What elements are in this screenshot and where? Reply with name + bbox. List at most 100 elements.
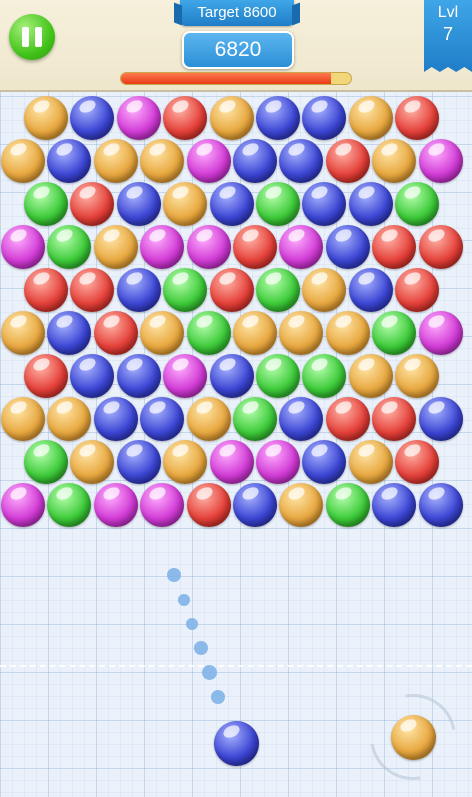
bubble-red	[395, 440, 440, 484]
bubble-orange	[163, 440, 208, 484]
bubble-blue	[279, 397, 324, 441]
bubble-orange	[279, 483, 324, 527]
bubble-magenta	[116, 96, 161, 140]
bubble-green	[186, 311, 231, 355]
current-score: 6820	[182, 31, 294, 69]
bubble-orange	[24, 96, 68, 140]
bubble-orange	[348, 354, 393, 398]
bubble-magenta	[186, 225, 231, 269]
bubble-blue	[372, 483, 417, 527]
bubble-green	[256, 268, 300, 312]
bubble-red	[418, 225, 463, 269]
bubble-orange	[93, 139, 138, 183]
bubble-red	[163, 96, 208, 140]
bubble-orange	[372, 139, 417, 183]
level-label: Lvl	[437, 4, 459, 21]
aim-guide-dot	[186, 618, 198, 630]
bubble-orange	[140, 139, 185, 183]
bubble-orange	[186, 397, 231, 441]
bubble-blue	[140, 397, 185, 441]
bubble-orange	[70, 440, 115, 484]
bubble-blue	[348, 268, 393, 312]
bubble-green	[256, 182, 300, 226]
bubble-red	[24, 354, 68, 398]
bubble-orange	[1, 311, 45, 355]
bubble-blue	[302, 182, 347, 226]
aim-guide-dot	[211, 690, 225, 704]
bubble-red	[233, 225, 277, 269]
bubble-red	[325, 139, 370, 183]
bubble-blue	[325, 225, 370, 269]
bubble-red	[372, 225, 417, 269]
aim-guide-dot	[178, 594, 190, 606]
bubble-blue	[47, 139, 92, 183]
bubble-red	[24, 268, 68, 312]
bubble-blue	[233, 483, 277, 527]
bubble-blue	[302, 440, 347, 484]
bubble-blue	[47, 311, 92, 355]
bubble-blue	[256, 96, 300, 140]
bubble-orange	[325, 311, 370, 355]
level-number: 7	[442, 24, 453, 44]
bubble-red	[372, 397, 417, 441]
bubble-green	[395, 182, 440, 226]
pause-icon	[22, 27, 29, 47]
bubble-magenta	[140, 225, 185, 269]
bubble-green	[47, 483, 92, 527]
next-bubble[interactable]	[391, 715, 436, 760]
bubble-magenta	[279, 225, 324, 269]
bubble-blue	[116, 440, 161, 484]
bubble-green	[233, 397, 277, 441]
bubble-green	[325, 483, 370, 527]
bubble-orange	[348, 440, 393, 484]
bubble-orange	[1, 397, 45, 441]
shooter-bubble[interactable]	[214, 721, 259, 766]
bubble-green	[24, 440, 68, 484]
bubble-blue	[209, 354, 254, 398]
bubble-orange	[47, 397, 92, 441]
top-hud: Target 8600 6820 Lvl 7	[0, 0, 472, 92]
bubble-green	[24, 182, 68, 226]
bubble-green	[163, 268, 208, 312]
bubble-magenta	[186, 139, 231, 183]
bubble-orange	[233, 311, 277, 355]
bubble-blue	[116, 354, 161, 398]
score-progress-fill	[121, 73, 332, 84]
target-score-label: Target 8600	[180, 0, 294, 26]
bubble-red	[70, 182, 115, 226]
bubble-blue	[233, 139, 277, 183]
bubble-orange	[302, 268, 347, 312]
aim-guide-dot	[202, 665, 217, 680]
bubble-magenta	[1, 483, 45, 527]
bubble-green	[47, 225, 92, 269]
bubble-orange	[348, 96, 393, 140]
bubble-orange	[1, 139, 45, 183]
bubble-blue	[70, 96, 115, 140]
bubble-magenta	[140, 483, 185, 527]
bubble-red	[70, 268, 115, 312]
bubble-magenta	[256, 440, 300, 484]
level-badge: Lvl 7	[424, 0, 472, 72]
bubble-red	[186, 483, 231, 527]
bubble-blue	[209, 182, 254, 226]
bubble-red	[395, 96, 440, 140]
pause-button[interactable]	[9, 14, 55, 60]
bubble-green	[302, 354, 347, 398]
aim-guide-dot	[167, 568, 181, 582]
bubble-blue	[348, 182, 393, 226]
bubble-orange	[140, 311, 185, 355]
bubble-blue	[302, 96, 347, 140]
bubble-magenta	[93, 483, 138, 527]
bubble-magenta	[209, 440, 254, 484]
bubble-red	[209, 268, 254, 312]
bubble-grid	[0, 0, 472, 787]
bubble-magenta	[1, 225, 45, 269]
bubble-green	[372, 311, 417, 355]
score-progress-bar	[120, 72, 352, 85]
aim-guide-dot	[194, 641, 208, 655]
bubble-blue	[93, 397, 138, 441]
bubble-blue	[70, 354, 115, 398]
bubble-magenta	[418, 139, 463, 183]
bubble-orange	[209, 96, 254, 140]
bubble-blue	[116, 182, 161, 226]
